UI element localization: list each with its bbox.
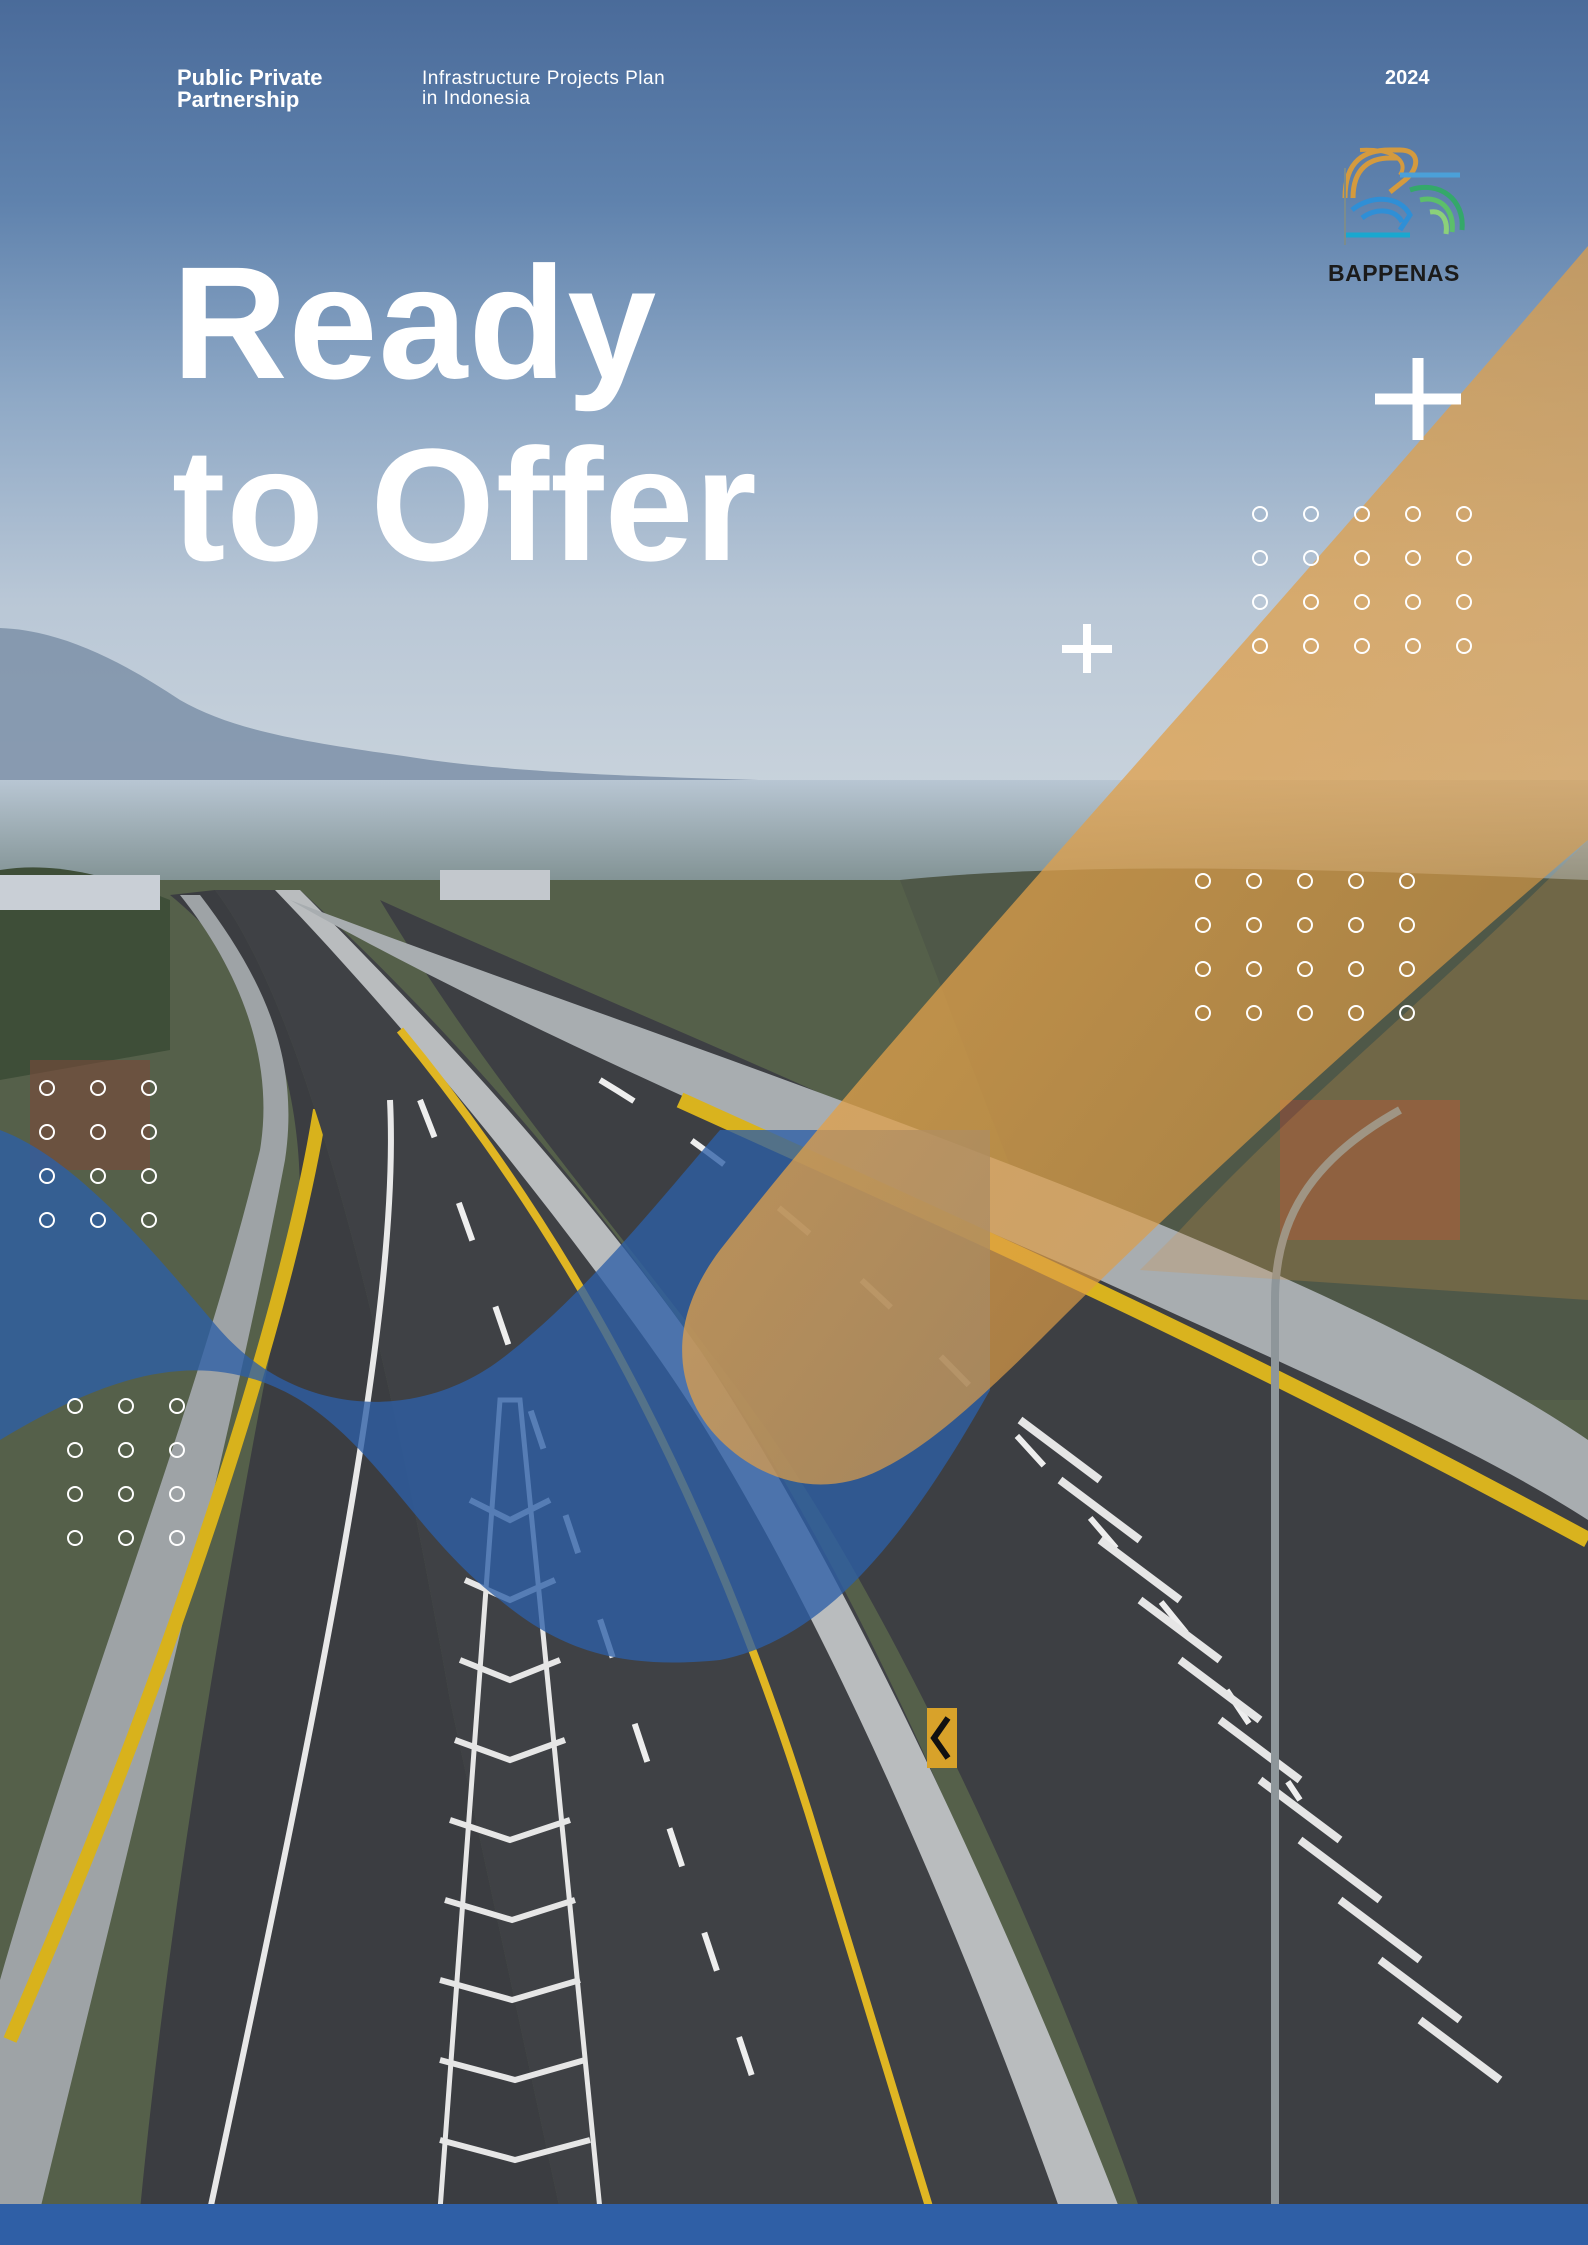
report-cover: Public Private Partnership Infrastructur… [0,0,1588,2245]
cover-headline: Ready to Offer [172,233,758,594]
bappenas-logo-text: BAPPENAS [1328,260,1460,286]
building-roof [440,870,550,900]
program-name: Public Private Partnership [177,65,323,112]
warehouse-roof [0,875,160,910]
document-year: 2024 [1385,67,1430,89]
document-subtitle: Infrastructure Projects Plan in Indonesi… [422,68,666,109]
rooftops-left [30,1060,150,1170]
footer-bar [0,2204,1588,2245]
